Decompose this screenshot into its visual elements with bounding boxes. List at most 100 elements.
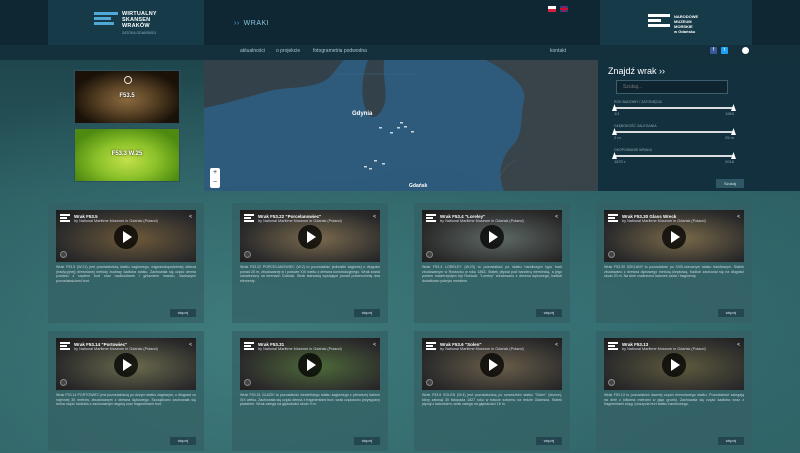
flag-pl-icon[interactable] [548,6,556,12]
header: WIRTUALNY SKANSEN WRAKÓW ZATOKA GDAŃSKIE… [0,0,800,45]
slider-handle-min[interactable] [612,128,617,135]
main-nav: aktualności o projekcie fotogrametria po… [0,45,800,60]
slider-handle-max[interactable] [731,152,736,159]
more-button[interactable]: więcej [170,437,196,445]
gallery-thumb[interactable]: F53.3 W.25 [74,128,180,182]
slider-track[interactable] [612,128,736,135]
sketchfab-icon[interactable] [608,251,615,258]
more-button[interactable]: więcej [718,309,744,317]
sketchfab-icon[interactable] [426,379,433,386]
facebook-icon[interactable]: f [710,47,717,54]
sketchfab-icon[interactable] [60,379,67,386]
slider-handle-min[interactable] [612,104,617,111]
year-slider[interactable]: ROK BUDOWY / ZATONIĘCIA 1/1 1963 [612,100,736,117]
sketchfab-icon[interactable] [608,379,615,386]
slider-max-value: 25 m [725,135,734,140]
slider-handle-min[interactable] [612,152,617,159]
excavation-slider[interactable]: OKOPOWANIE WRAKA 1870 r. 2016 [612,148,736,165]
share-icon[interactable]: < [189,214,192,220]
sketchfab-embed[interactable]: Wrak F53.30 Glass Wreck by National Marit… [604,210,744,262]
more-button[interactable]: więcej [170,309,196,317]
card-description: Wrak F53.5 (W.21) jest pozostałością sta… [56,265,196,283]
share-icon[interactable]: < [189,342,192,348]
sketchfab-embed[interactable]: Wrak F53.5 by National Maritime Museum in… [56,210,196,262]
wreck-map[interactable]: Gdynia Gdańsk [204,60,598,191]
sketchfab-embed[interactable]: Wrak F53.13 by National Maritime Museum i… [604,338,744,390]
zoom-in-button[interactable]: + [210,168,220,178]
play-icon[interactable] [114,353,138,377]
more-button[interactable]: więcej [536,309,562,317]
museum-name: NARODOWE MUZEUM MORSKIE w Gdańsku [674,14,698,34]
flag-en-icon[interactable] [560,6,568,12]
more-button[interactable]: więcej [718,437,744,445]
twitter-icon[interactable]: t [721,47,728,54]
card-description: Wrak F53.6 SOLEN (W.4) jest pozostałości… [422,393,562,407]
share-icon[interactable]: < [555,214,558,220]
other-social-icon[interactable] [742,47,749,54]
card-description: Wrak F53.4 LORELEY (W.23) to pozostałość… [422,265,562,283]
slider-max-value: 2016 [725,159,734,164]
slider-handle-max[interactable] [731,128,736,135]
share-icon[interactable]: < [555,342,558,348]
museum-logo-icon [244,342,254,350]
share-icon[interactable]: < [373,214,376,220]
brand-name: WIRTUALNY SKANSEN WRAKÓW [122,11,157,29]
video-subtitle: by National Maritime Museum in Gdańsk (P… [74,347,158,351]
search-panel: Znajdź wrak ›› ROK BUDOWY / ZATONIĘCIA 1… [598,60,800,191]
nav-item-about[interactable]: o projekcie [276,48,300,54]
share-icon[interactable]: < [373,342,376,348]
more-button[interactable]: więcej [354,309,380,317]
map-canvas [204,60,598,191]
play-icon[interactable] [298,353,322,377]
museum-logo-icon [60,342,70,350]
double-chevron-icon: ›› [234,20,240,27]
sketchfab-icon[interactable] [244,379,251,386]
sketchfab-embed[interactable]: Wrak F53.22 "Porcelanowiec" by National M… [240,210,380,262]
play-icon[interactable] [662,225,686,249]
gallery-thumb[interactable]: F53.5 [74,70,180,124]
share-icon[interactable]: < [737,214,740,220]
sketchfab-embed[interactable]: Wrak F53.6 "Solen" by National Maritime M… [422,338,562,390]
nav-item-contact[interactable]: kontakt [550,48,566,54]
more-button[interactable]: więcej [354,437,380,445]
search-button[interactable]: Szukaj [716,179,744,188]
sketchfab-embed[interactable]: Wrak F53.31 by National Maritime Museum i… [240,338,380,390]
zoom-out-button[interactable]: − [210,178,220,188]
museum-logo-icon [608,342,618,350]
play-icon[interactable] [114,225,138,249]
slider-track[interactable] [612,104,736,111]
wreck-card: Wrak F53.14 "Portowiec" by National Marit… [48,331,204,451]
brand-logo[interactable]: WIRTUALNY SKANSEN WRAKÓW ZATOKA GDAŃSKIE… [48,0,204,45]
play-icon[interactable] [480,225,504,249]
museum-logo[interactable]: NARODOWE MUZEUM MORSKIE w Gdańsku [600,0,752,45]
play-icon[interactable] [298,225,322,249]
search-input[interactable] [616,80,728,94]
more-button[interactable]: więcej [536,437,562,445]
slider-track[interactable] [612,152,736,159]
share-icon[interactable]: < [737,342,740,348]
play-icon[interactable] [662,353,686,377]
play-icon[interactable] [480,353,504,377]
wreck-card: Wrak F53.5 by National Maritime Museum in… [48,203,204,323]
map-label-gdynia: Gdynia [352,111,373,117]
museum-line-4: w Gdańsku [674,29,696,34]
museum-logo-icon [648,14,670,30]
chevron-up-icon[interactable] [124,76,132,84]
museum-logo-icon [426,342,436,350]
nav-item-photogrammetry[interactable]: fotogrametria podwodna [313,48,367,54]
sketchfab-icon[interactable] [244,251,251,258]
video-subtitle: by National Maritime Museum in Gdańsk (P… [622,219,706,223]
logo-bars-icon [94,12,118,30]
slider-min-value: 1870 r. [614,159,627,164]
slider-handle-max[interactable] [731,104,736,111]
nav-item-news[interactable]: aktualności [240,48,265,54]
depth-slider[interactable]: GŁĘBOKOŚĆ ZALEGANIA 2 m 25 m [612,124,736,141]
sketchfab-embed[interactable]: Wrak F53.14 "Portowiec" by National Marit… [56,338,196,390]
section-title: ›› WRAKI [234,20,269,27]
museum-logo-icon [244,214,254,222]
wreck-card: Wrak F53.4 "Loreley" by National Maritime… [414,203,570,323]
sketchfab-icon[interactable] [426,251,433,258]
sketchfab-embed[interactable]: Wrak F53.4 "Loreley" by National Maritime… [422,210,562,262]
search-title: Znajdź wrak ›› [608,66,666,76]
sketchfab-icon[interactable] [60,251,67,258]
